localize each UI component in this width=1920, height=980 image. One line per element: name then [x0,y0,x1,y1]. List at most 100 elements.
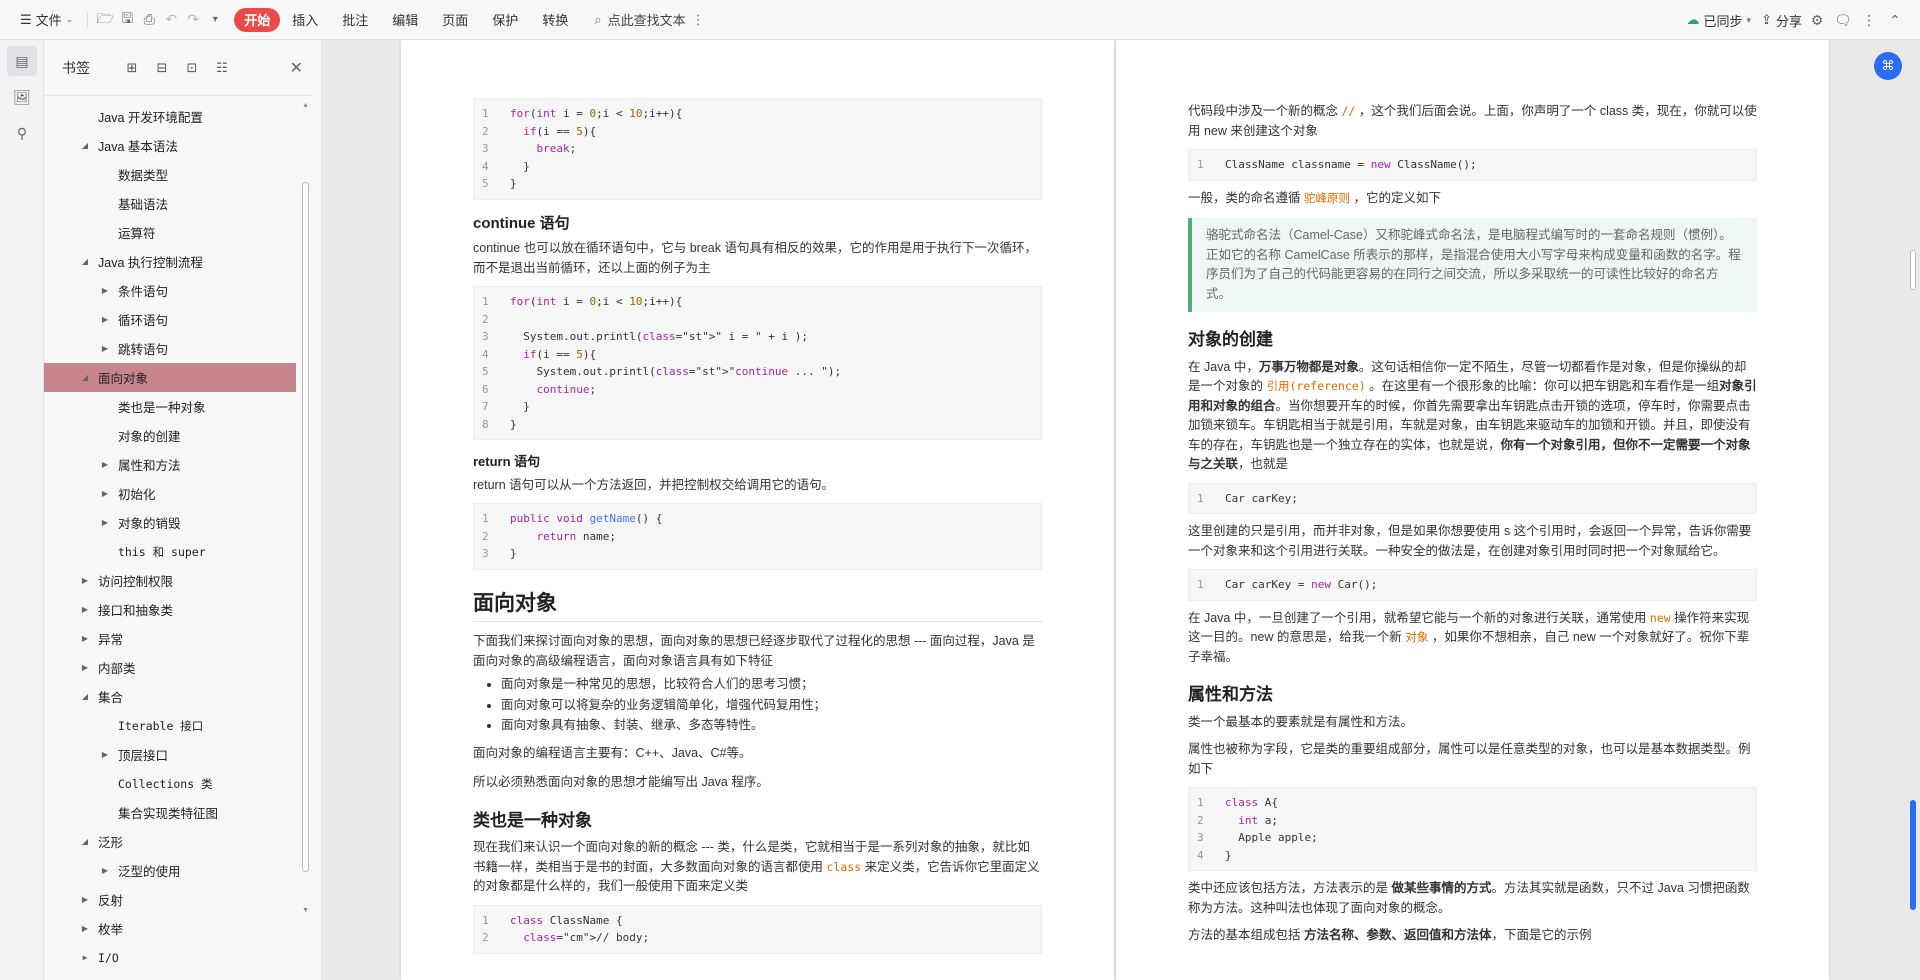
bookmark-item[interactable]: 数据类型 [44,160,296,189]
print-icon[interactable]: ⎙ [138,7,160,33]
caret-right-icon[interactable]: ▶ [78,634,92,643]
bookmark-item[interactable]: ▶ 接口和抽象类 [44,595,296,624]
bookmark-item[interactable]: ▶ 循环语句 [44,305,296,334]
bookmark-item[interactable]: ▶ 对象的销毁 [44,508,296,537]
more-dropdown-icon[interactable]: ▾ [204,7,226,33]
section-heading: 属性和方法 [1188,685,1273,704]
caret-right-icon[interactable]: ▶ [78,576,92,585]
bookmark-item[interactable]: 对象的创建 [44,421,296,450]
caret-right-icon[interactable]: ▶ [98,866,112,875]
sidebar-scrollbar[interactable]: ▲ ▼ [300,102,310,914]
caret-right-icon[interactable]: ▶ [78,663,92,672]
sidebar-title: 书签 [62,59,90,76]
more-vertical-icon[interactable]: ⋮ [1858,7,1880,33]
caret-down-icon[interactable]: ◢ [78,837,92,846]
scrollbar-thumb[interactable] [1910,250,1916,290]
bookmark-item[interactable]: ◢ 集合 [44,682,296,711]
bookmark-item[interactable]: ▶ 内部类 [44,653,296,682]
bookmark-item[interactable]: ▶ 访问控制权限 [44,566,296,595]
bookmark-item[interactable]: ◢ 泛形 [44,827,296,856]
tab-comment[interactable]: 批注 [330,8,380,32]
scrollbar-thumb[interactable] [302,182,309,872]
caret-right-icon[interactable]: ▶ [98,518,112,527]
bookmark-settings-icon[interactable]: ⊡ [182,58,202,78]
tab-page[interactable]: 页面 [430,8,480,32]
bookmark-item[interactable]: Java 开发环境配置 [44,102,296,131]
bookmark-item[interactable]: ◢ Java 基本语法 [44,131,296,160]
line-number: 1 [482,295,489,308]
caret-down-icon[interactable]: ◢ [78,141,92,150]
undo-icon[interactable]: ↶ [160,7,182,33]
bookmark-list-icon[interactable]: ☷ [212,58,232,78]
collapse-up-icon[interactable]: ⌃ [1884,7,1906,33]
line-number: 2 [482,312,489,326]
caret-right-icon[interactable]: ▶ [78,895,92,904]
bookmark-item[interactable]: ▶ 枚举 [44,914,296,943]
paragraph: 所以必须熟悉面向对象的思想才能编写出 Java 程序。 [473,775,769,789]
bookmark-item[interactable]: 类也是一种对象 [44,392,296,421]
assistant-fab-icon[interactable]: ⌘ [1874,52,1902,80]
bookmark-item[interactable]: Collections 类 [44,769,296,798]
caret-down-icon[interactable]: ◢ [78,692,92,701]
share-button[interactable]: ⇪ 分享 [1761,11,1802,30]
tab-insert[interactable]: 插入 [280,8,330,32]
save-icon[interactable]: 🖫 [116,7,138,33]
bookmark-item[interactable]: ▶ 属性和方法 [44,450,296,479]
sync-status-button[interactable]: ☁ 已同步 ▾ [1687,11,1752,30]
bookmark-item[interactable]: Iterable 接口 [44,711,296,740]
add-bookmark-icon[interactable]: ⊞ [122,58,142,78]
comment-icon[interactable]: 🗨 [1832,7,1854,33]
tab-protect[interactable]: 保护 [480,8,530,32]
caret-down-icon[interactable]: ◢ [78,257,92,266]
bookmark-item[interactable]: 运算符 [44,218,296,247]
caret-right-icon[interactable]: ▶ [98,460,112,469]
tab-start[interactable]: 开始 [234,7,281,32]
open-folder-icon[interactable]: 🗁 [94,7,116,33]
bookmark-item[interactable]: ▶ 反射 [44,885,296,914]
bookmark-item[interactable]: ▶ 初始化 [44,479,296,508]
bookmark-item[interactable]: 集合实现类特征图 [44,798,296,827]
caret-right-icon[interactable]: ▶ [78,605,92,614]
expand-all-icon[interactable]: ⊟ [152,58,172,78]
file-menu-button[interactable]: ☰ 文件 ⌄ [12,7,81,33]
caret-right-icon[interactable]: ▶ [78,953,92,962]
bookmark-item[interactable]: ◢ 面向对象 [44,363,296,392]
bookmark-item[interactable]: 基础语法 [44,189,296,218]
bookmark-item[interactable]: this 和 super [44,537,296,566]
paragraph: 在 Java 中，万事万物都是对象。这句话相信你一定不陌生，尽管一切都看作是对象… [1188,359,1757,472]
bookmark-panel-icon[interactable]: ▤ [7,46,37,76]
tools-panel-icon[interactable]: ⚲ [7,118,37,148]
caret-right-icon[interactable]: ▶ [98,750,112,759]
page-position-indicator[interactable] [1910,800,1916,910]
caret-down-icon[interactable]: ◢ [78,373,92,382]
close-icon[interactable]: ✕ [290,58,303,78]
caret-right-icon[interactable]: ▶ [78,924,92,933]
redo-icon[interactable]: ↷ [182,7,204,33]
find-text-button[interactable]: ⌕ 点此查找文本 ⋮ [594,10,704,29]
code-line: 3} [474,545,1041,563]
line-number: 5 [482,365,489,378]
line-number: 8 [482,417,489,431]
bookmark-item[interactable]: ▶ 跳转语句 [44,334,296,363]
bookmark-label: 属性和方法 [118,459,181,473]
caret-right-icon[interactable]: ▶ [98,286,112,295]
bookmark-item[interactable]: ◢ Java 执行控制流程 [44,247,296,276]
more-vertical-icon[interactable]: ⋮ [692,12,705,28]
settings-gear-icon[interactable]: ⚙ [1806,7,1828,33]
image-panel-icon[interactable]: 🖼 [7,82,37,112]
code-block: 1 for(int i = 0;i < 10;i++){2 3 System.out… [473,286,1042,440]
bookmark-item[interactable]: ▶ 泛型的使用 [44,856,296,885]
inline-code: 驼峰原则 [1304,190,1350,205]
bookmark-item[interactable]: ▶ 异常 [44,624,296,653]
inline-code: // [1341,104,1356,118]
caret-right-icon[interactable]: ▶ [98,344,112,353]
caret-right-icon[interactable]: ▶ [98,489,112,498]
tab-edit[interactable]: 编辑 [380,8,430,32]
document-scrollbar[interactable] [1906,40,1920,980]
tab-convert[interactable]: 转换 [530,8,580,32]
bookmark-item[interactable]: ▶ I/O [44,943,296,972]
bookmark-item[interactable]: ▶ 条件语句 [44,276,296,305]
bookmark-item[interactable]: ▶ 顶层接口 [44,740,296,769]
caret-right-icon[interactable]: ▶ [98,315,112,324]
line-number: 1 [1197,491,1204,505]
